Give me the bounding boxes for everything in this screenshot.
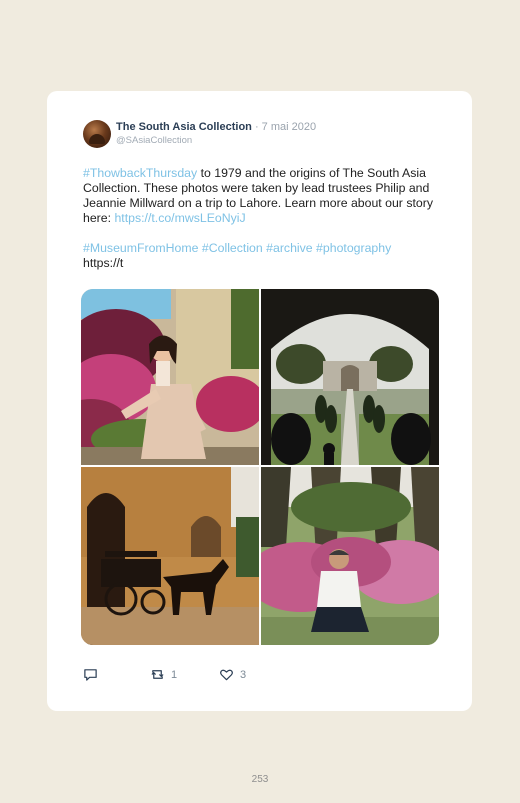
photo-woman-garden[interactable]: [81, 289, 259, 465]
photo-man-flowers[interactable]: [261, 467, 439, 645]
tweet-actions: 1 3: [83, 667, 383, 683]
like-button[interactable]: 3: [219, 667, 246, 682]
media-grid: [81, 289, 439, 645]
trailing-url-text: https://t: [83, 256, 124, 270]
url-link[interactable]: https://t.co/mwsLEoNyiJ: [114, 211, 245, 225]
hashtag-link[interactable]: #ThowbackThursday: [83, 166, 197, 180]
photo-arch-garden-image: [261, 289, 439, 465]
photo-horse-carriage-image: [81, 467, 259, 645]
tweet-text: #ThowbackThursday to 1979 and the origin…: [83, 166, 443, 271]
tweet-card: The South Asia Collection · 7 mai 2020 @…: [47, 91, 472, 711]
retweet-button[interactable]: 1: [150, 667, 177, 682]
retweet-count: 1: [171, 668, 178, 681]
photo-arch-garden[interactable]: [261, 289, 439, 465]
photo-man-flowers-image: [261, 467, 439, 645]
like-count: 3: [240, 668, 247, 681]
photo-woman-garden-image: [81, 289, 259, 465]
photo-horse-carriage[interactable]: [81, 467, 259, 645]
author-handle[interactable]: @SAsiaCollection: [116, 135, 192, 146]
header-separator: ·: [251, 121, 262, 133]
author-name[interactable]: The South Asia Collection: [116, 121, 252, 133]
reply-button[interactable]: [83, 667, 104, 682]
author-avatar[interactable]: [83, 120, 111, 148]
heart-icon: [220, 669, 233, 681]
hashtags-links[interactable]: #MuseumFromHome #Collection #archive #ph…: [83, 241, 391, 255]
tweet-header: The South Asia Collection · 7 mai 2020: [116, 121, 316, 133]
tweet-date[interactable]: 7 mai 2020: [262, 121, 316, 133]
retweet-icon: [151, 670, 164, 679]
page-number: 253: [251, 774, 269, 785]
reply-icon: [84, 669, 97, 681]
